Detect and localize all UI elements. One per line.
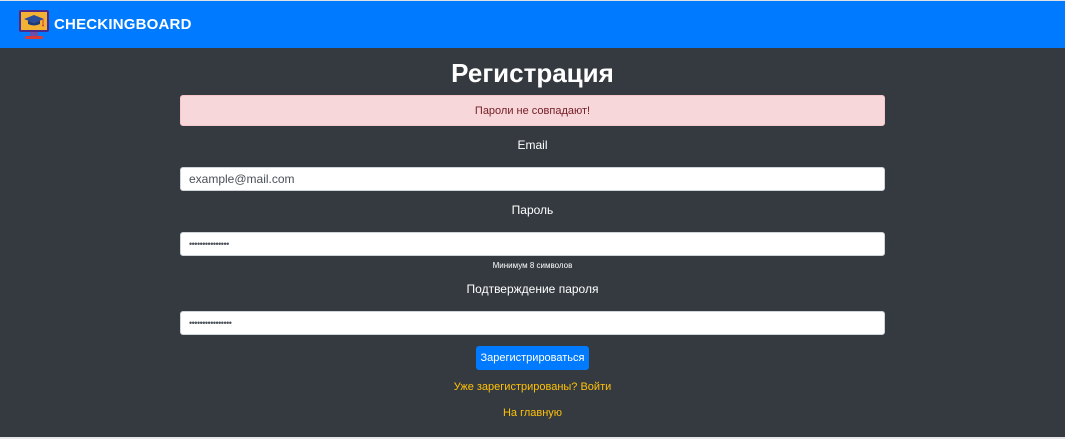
page-title: Регистрация [451, 58, 614, 88]
password-label: Пароль [511, 203, 554, 217]
login-link[interactable]: Уже зарегистрированы? Войти [454, 381, 612, 393]
brand-link[interactable]: CHECKINGBOARD [18, 9, 192, 41]
home-link-row: На главную [0, 407, 1065, 419]
confirm-password-label: Подтверждение пароля [466, 282, 599, 296]
registration-page: Регистрация Пароли не совпадают! Email П… [0, 48, 1065, 437]
error-alert: Пароли не совпадают! [180, 95, 885, 126]
email-field[interactable] [180, 167, 885, 191]
confirm-password-field[interactable] [180, 311, 885, 335]
password-hint: Минимум 8 символов [492, 261, 573, 270]
top-navbar: CHECKINGBOARD [0, 0, 1065, 48]
login-link-row: Уже зарегистрированы? Войти [0, 381, 1065, 393]
home-link[interactable]: На главную [503, 407, 562, 419]
password-field[interactable] [180, 232, 885, 256]
brand-text: CHECKINGBOARD [54, 16, 192, 33]
error-alert-text: Пароли не совпадают! [474, 104, 591, 117]
email-label: Email [517, 138, 548, 152]
graduation-cap-monitor-icon [19, 9, 49, 39]
register-button[interactable]: Зарегистрироваться [476, 346, 589, 370]
